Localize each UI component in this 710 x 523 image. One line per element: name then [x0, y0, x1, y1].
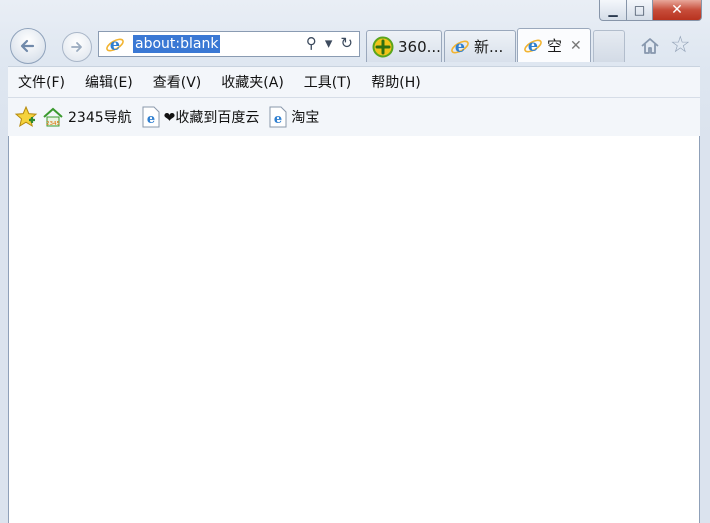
- refresh-icon[interactable]: ↻: [340, 34, 353, 52]
- tab-new[interactable]: e 新...: [444, 30, 516, 62]
- close-window-button[interactable]: ✕: [653, 0, 702, 21]
- tab-label: 空: [547, 37, 563, 55]
- browser-window: ▁ □ ✕ e about:blank ⚲ ▾ ↻ 360... e 新... …: [0, 0, 710, 523]
- maximize-button[interactable]: □: [627, 0, 653, 21]
- home-icon[interactable]: [638, 34, 662, 58]
- tab-blank[interactable]: e 空 ✕: [517, 28, 591, 62]
- menu-edit[interactable]: 编辑(E): [75, 72, 143, 92]
- back-arrow-icon: [20, 39, 35, 53]
- address-text[interactable]: about:blank: [133, 35, 221, 53]
- house-2345-icon: 2345: [43, 107, 63, 127]
- svg-text:e: e: [110, 35, 120, 54]
- menu-bar: 文件(F) 编辑(E) 查看(V) 收藏夹(A) 工具(T) 帮助(H): [8, 66, 700, 97]
- svg-text:e: e: [274, 112, 282, 127]
- add-favorites-star-icon[interactable]: [14, 105, 38, 129]
- ie-icon: e: [524, 36, 542, 55]
- page-content[interactable]: [8, 136, 700, 523]
- favorite-baidu-cloud[interactable]: e ❤收藏到百度云: [142, 106, 260, 128]
- dropdown-arrow-icon[interactable]: ▾: [325, 34, 333, 52]
- favorites-star-icon[interactable]: ☆: [670, 33, 691, 57]
- favorite-label: ❤收藏到百度云: [163, 110, 260, 126]
- svg-text:2345: 2345: [46, 121, 60, 127]
- menu-help[interactable]: 帮助(H): [361, 72, 430, 92]
- search-icon[interactable]: ⚲: [306, 34, 317, 52]
- menu-favorites[interactable]: 收藏夹(A): [211, 72, 294, 92]
- favorites-bar: 2345 2345导航 e ❤收藏到百度云 e 淘宝: [8, 97, 700, 137]
- menu-file[interactable]: 文件(F): [8, 72, 75, 92]
- svg-text:e: e: [455, 37, 465, 56]
- navigation-row: e about:blank ⚲ ▾ ↻ 360... e 新... e 空 ✕ …: [0, 26, 710, 64]
- svg-text:e: e: [147, 112, 155, 127]
- forward-arrow-icon: [71, 42, 82, 52]
- ie-page-icon: e: [142, 106, 160, 128]
- tab-label: 新...: [474, 38, 504, 56]
- address-tools: ⚲ ▾ ↻: [306, 34, 353, 52]
- tab-360[interactable]: 360...: [366, 30, 442, 62]
- menu-view[interactable]: 查看(V): [143, 72, 212, 92]
- favorite-label: 淘宝: [291, 110, 320, 126]
- svg-text:e: e: [528, 36, 538, 55]
- new-tab-button[interactable]: [593, 30, 625, 62]
- favorite-label: 2345导航: [68, 110, 132, 126]
- favorite-2345[interactable]: 2345 2345导航: [42, 106, 132, 128]
- ie-icon: e: [106, 35, 124, 54]
- ie-icon: e: [451, 37, 469, 56]
- 360-browser-icon: [372, 36, 394, 57]
- tab-label: 360...: [398, 37, 441, 56]
- menu-tools[interactable]: 工具(T): [294, 72, 361, 92]
- ie-page-icon: e: [269, 106, 287, 128]
- minimize-button[interactable]: ▁: [599, 0, 627, 21]
- back-button[interactable]: [10, 28, 46, 64]
- forward-button[interactable]: [62, 32, 92, 62]
- close-tab-icon[interactable]: ✕: [570, 38, 582, 54]
- address-bar[interactable]: e about:blank ⚲ ▾ ↻: [98, 31, 360, 57]
- favorite-taobao[interactable]: e 淘宝: [269, 106, 319, 128]
- window-controls: ▁ □ ✕: [599, 0, 702, 21]
